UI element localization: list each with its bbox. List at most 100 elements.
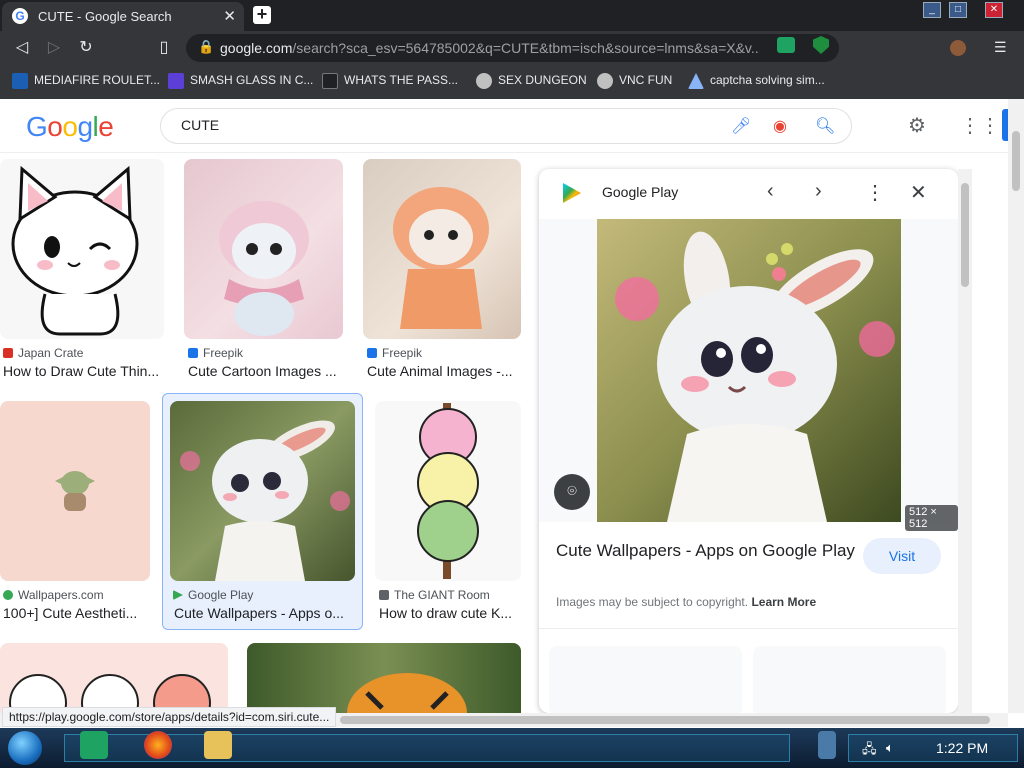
close-tab-icon[interactable]: ✕ (223, 7, 236, 25)
start-button[interactable] (8, 731, 42, 765)
firefox-icon[interactable] (144, 731, 172, 759)
source-favicon-icon (3, 590, 13, 600)
taskbar-app-area (64, 734, 790, 762)
image-result[interactable]: The GIANT Room How to draw cute K... (375, 401, 521, 631)
bookmark-item[interactable]: WHATS THE PASS... (322, 73, 458, 89)
close-window-button[interactable]: ✕ (985, 2, 1003, 18)
browser-toolbar: ◁ ▷ ↻ ▯ 🔒 google.com/search?sca_esv=5647… (0, 31, 1024, 65)
preview-image[interactable] (597, 219, 901, 522)
result-title[interactable]: How to draw cute K... (379, 605, 521, 621)
volume-icon[interactable]: 🔈︎ (886, 740, 894, 756)
panel-divider (539, 628, 958, 629)
bookmark-item[interactable]: SEX DUNGEON (476, 73, 587, 89)
address-bar[interactable]: 🔒 google.com/search?sca_esv=564785002&q=… (186, 34, 839, 62)
image-result[interactable]: Japan Crate How to Draw Cute Thin... (0, 159, 164, 389)
search-icon[interactable]: 🔍︎ (815, 116, 835, 136)
preview-image-area: ⌾ 512 × 512 (539, 219, 958, 531)
result-thumbnail[interactable] (0, 643, 228, 713)
vertical-scroll-thumb[interactable] (1012, 131, 1020, 191)
panel-scrollbar[interactable] (958, 169, 972, 713)
result-title[interactable]: Cute Animal Images -... (367, 363, 521, 379)
result-source[interactable]: Google Play (173, 588, 253, 602)
result-title[interactable]: Cute Wallpapers - Apps o... (174, 605, 354, 621)
bookmark-favicon-icon (476, 73, 492, 89)
result-thumbnail[interactable] (0, 159, 164, 339)
source-favicon-icon (173, 590, 183, 600)
bookmark-item[interactable]: MEDIAFIRE ROULET... (12, 73, 160, 89)
clock[interactable]: 1:22 PM (936, 740, 988, 756)
browser-tab[interactable]: G CUTE - Google Search ✕ (2, 2, 244, 31)
notes-app-icon[interactable] (80, 731, 108, 759)
bookmark-item[interactable]: SMASH GLASS IN C... (168, 73, 313, 89)
result-thumbnail[interactable] (184, 159, 343, 339)
image-result[interactable] (247, 643, 521, 713)
learn-more-link[interactable]: Learn More (751, 595, 816, 609)
network-icon[interactable]: 🖧 (862, 740, 877, 762)
desktop-icon[interactable] (818, 731, 836, 759)
image-result[interactable]: Google Play Cute Wallpapers - Apps o... (170, 401, 356, 631)
camera-lens-icon[interactable]: ◉ (773, 116, 787, 136)
microphone-icon[interactable]: 🎤︎ (731, 116, 751, 136)
page-vertical-scrollbar[interactable] (1008, 99, 1024, 713)
profile-avatar[interactable] (950, 40, 966, 56)
result-source[interactable]: Freepik (367, 346, 422, 360)
image-result[interactable]: Freepik Cute Animal Images -... (363, 159, 521, 389)
source-favicon-icon (188, 348, 198, 358)
forward-icon[interactable]: ▷ (43, 37, 65, 59)
bookmark-item[interactable]: VNC FUN (597, 73, 672, 89)
result-title[interactable]: Cute Cartoon Images ... (188, 363, 342, 379)
source-favicon-icon (367, 348, 377, 358)
back-icon[interactable]: ◁ (11, 37, 33, 59)
reload-icon[interactable]: ↻ (75, 37, 97, 59)
horizontal-scroll-thumb[interactable] (340, 716, 990, 724)
previous-icon[interactable]: ‹ (767, 180, 774, 203)
result-thumbnail[interactable] (375, 401, 521, 581)
gear-icon[interactable]: ⚙ (908, 113, 926, 138)
image-result[interactable] (0, 643, 228, 713)
result-title[interactable]: 100+] Cute Aestheti... (3, 605, 148, 621)
image-dimensions: 512 × 512 (905, 505, 958, 531)
address-url: google.com/search?sca_esv=564785002&q=CU… (220, 40, 760, 56)
result-source[interactable]: The GIANT Room (379, 588, 490, 602)
menu-icon[interactable]: ☰ (994, 39, 1007, 56)
result-thumbnail[interactable] (170, 401, 355, 581)
result-thumbnail[interactable] (0, 401, 150, 581)
result-source[interactable]: Wallpapers.com (3, 588, 104, 602)
bookmark-item[interactable]: captcha solving sim... (688, 73, 825, 89)
maximize-button[interactable]: □ (949, 2, 967, 18)
result-source[interactable]: Freepik (188, 346, 243, 360)
panel-title[interactable]: Cute Wallpapers - Apps on Google Play (556, 539, 856, 563)
search-box[interactable]: 🎤︎ ◉ 🔍︎ (160, 108, 852, 144)
file-explorer-icon[interactable] (204, 731, 232, 759)
google-logo[interactable]: Google (26, 111, 114, 143)
panel-site-name[interactable]: Google Play (602, 184, 678, 200)
bookmark-icon[interactable]: ▯ (153, 37, 175, 59)
bookmark-favicon-icon (12, 73, 28, 89)
close-icon[interactable]: ✕ (910, 180, 927, 205)
cute-bunny-large-image (597, 219, 901, 522)
next-icon[interactable]: › (815, 180, 822, 203)
cute-bunny-image (180, 420, 350, 581)
tab-title: CUTE - Google Search (38, 9, 172, 24)
source-favicon-icon (379, 590, 389, 600)
extension-icon[interactable] (777, 37, 795, 53)
bunny-scarf-image (219, 201, 309, 336)
result-thumbnail[interactable] (247, 643, 521, 713)
panel-scroll-thumb[interactable] (961, 183, 969, 287)
new-tab-button[interactable]: + (253, 5, 271, 24)
result-thumbnail[interactable] (363, 159, 521, 339)
copyright-notice: Images may be subject to copyright. Lear… (556, 595, 817, 609)
image-result[interactable]: Wallpapers.com 100+] Cute Aestheti... (0, 401, 150, 631)
result-source[interactable]: Japan Crate (3, 346, 83, 360)
animal-coat-image (393, 187, 489, 329)
visual-search-lens-icon[interactable]: ⌾ (554, 474, 590, 510)
visit-button[interactable]: Visit (863, 538, 941, 574)
minimize-button[interactable]: _ (923, 2, 941, 18)
result-title[interactable]: How to Draw Cute Thin... (3, 363, 163, 379)
bookmark-favicon-icon (168, 73, 184, 89)
search-input[interactable] (181, 117, 701, 133)
source-favicon-icon (3, 348, 13, 358)
image-result[interactable]: Freepik Cute Cartoon Images ... (184, 159, 344, 389)
apps-grid-icon[interactable]: ⋮⋮ (960, 113, 1000, 138)
more-options-icon[interactable]: ⋮ (865, 180, 885, 205)
